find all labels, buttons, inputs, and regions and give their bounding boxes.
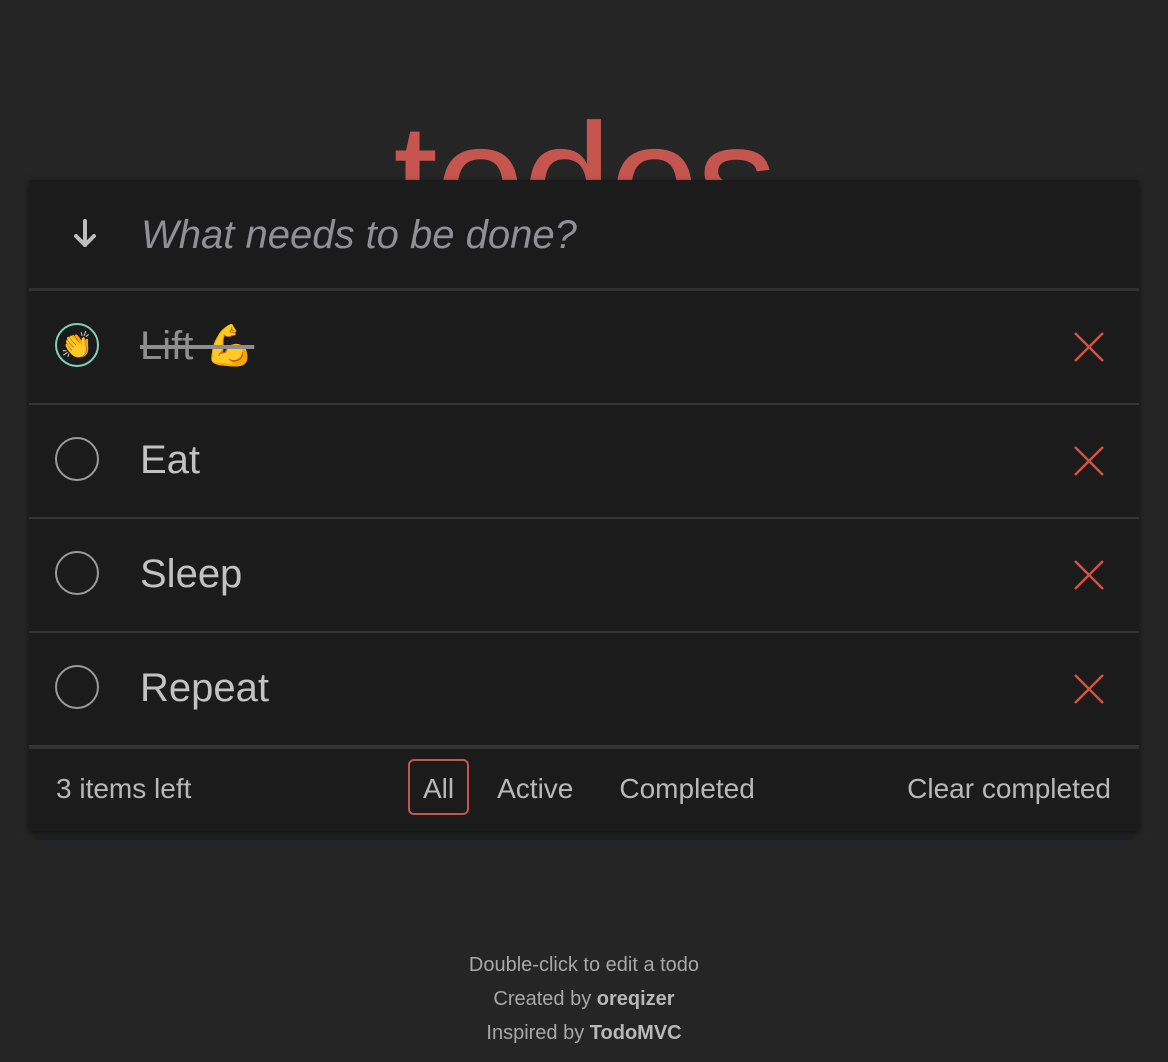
todo-label[interactable]: Eat [140,435,200,485]
filter-all[interactable]: All [408,759,470,815]
created-by-line: Created by oreqizer [0,982,1168,1016]
todo-label[interactable]: Repeat [140,663,269,713]
delete-todo-button[interactable] [1071,557,1107,593]
todo-label[interactable]: Sleep [140,549,242,599]
arrow-down-icon-svg [74,219,96,247]
delete-todo-button[interactable] [1071,443,1107,479]
filter-completed[interactable]: Completed [601,759,772,815]
inspired-by-line: Inspired by TodoMVC [0,1016,1168,1050]
close-icon [1074,560,1104,590]
close-icon [1074,674,1104,704]
delete-todo-button[interactable] [1071,671,1107,707]
created-by-prefix: Created by [493,988,597,1010]
close-icon [1074,332,1104,362]
new-todo-input[interactable] [139,202,1103,268]
arrow-down-icon[interactable] [65,210,105,258]
todo-item[interactable]: Eat [29,405,1139,519]
todo-footer: 3 items left All Active Completed Clear … [29,747,1139,831]
todo-label[interactable]: Lift 💪 [140,321,254,371]
close-icon [1074,446,1104,476]
filter-tabs: All Active Completed [408,759,773,815]
items-left-count: 3 items left [56,773,192,804]
todo-item[interactable]: 👏 Lift 💪 [29,291,1139,405]
todo-list: 👏 Lift 💪 Eat Sleep Repeat [29,291,1139,747]
todomvc-link[interactable]: TodoMVC [590,1022,682,1044]
clear-completed-button[interactable]: Clear completed [907,773,1111,805]
delete-todo-button[interactable] [1071,329,1107,365]
todo-toggle-checkbox[interactable] [55,665,99,709]
todo-toggle-checkbox[interactable]: 👏 [55,323,99,367]
todo-toggle-checkbox[interactable] [55,437,99,481]
filter-active[interactable]: Active [479,759,591,815]
info-footer: Double-click to edit a todo Created by o… [0,948,1168,1050]
author-link[interactable]: oreqizer [597,988,675,1010]
todo-item[interactable]: Sleep [29,519,1139,633]
todo-toggle-checkbox[interactable] [55,551,99,595]
clapping-hands-icon: 👏 [60,330,94,360]
todo-header [29,180,1139,291]
edit-hint: Double-click to edit a todo [468,954,700,976]
inspired-by-prefix: Inspired by [486,1022,590,1044]
todo-app: 👏 Lift 💪 Eat Sleep [29,180,1139,831]
todo-item[interactable]: Repeat [29,633,1139,747]
list-stack-shadow [41,840,1127,845]
